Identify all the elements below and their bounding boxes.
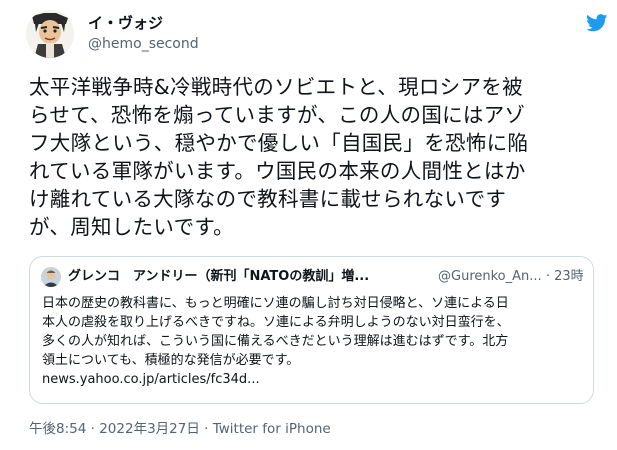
quoted-line: 本人の虐殺を取り上げるべきですね。ソ連による弁明しようのない対日蛮行を、 <box>42 315 510 330</box>
tweet-card: イ・ヴォジ @hemo_second 太平洋戦争時&冷戦時代のソビエトと、現ロシ… <box>0 0 617 450</box>
tweet-line: らせて、恐怖を煽っていますが、この人の国にはアゾ <box>29 103 526 127</box>
quoted-header: グレンコ アンドリー（新刊「NATOの教訓」増... @Gurenko_An..… <box>68 268 583 286</box>
quoted-link[interactable]: news.yahoo.co.jp/articles/fc34d... <box>42 370 587 389</box>
twitter-bird-icon[interactable] <box>586 14 608 32</box>
tweet-date[interactable]: 2022年3月27日 <box>99 421 200 437</box>
tweet-line: 太平洋戦争時&冷戦時代のソビエトと、現ロシアを被 <box>29 75 523 99</box>
footer-separator: · <box>204 421 209 437</box>
quoted-line: 多くの人が知れば、こういう国に備えるべきだという理解は進むはずです。北方 <box>42 334 509 349</box>
quoted-text: 日本の歴史の教科書に、もっと明確にソ連の騙し討ち対日侵略と、ソ連による日 本人の… <box>42 294 587 389</box>
quoted-line: 日本の歴史の教科書に、もっと明確にソ連の騙し討ち対日侵略と、ソ連による日 <box>42 296 509 311</box>
author-handle[interactable]: @hemo_second <box>88 35 199 53</box>
tweet-line: フ大隊という、穏やかで優しい「自国民」を恐怖に陥 <box>29 131 529 155</box>
tweet-client[interactable]: Twitter for iPhone <box>213 421 331 437</box>
tweet-footer: 午後8:54 · 2022年3月27日 · Twitter for iPhone <box>29 420 331 438</box>
quoted-meta: @Gurenko_An... · 23時間 <box>438 268 583 286</box>
quoted-time[interactable]: 23時間 <box>554 269 583 284</box>
quoted-line: 領土についても、積極的な発信が必要です。 <box>42 353 300 368</box>
author-avatar[interactable] <box>26 10 74 58</box>
quoted-tweet[interactable]: グレンコ アンドリー（新刊「NATOの教訓」増... @Gurenko_An..… <box>29 256 594 404</box>
tweet-text: 太平洋戦争時&冷戦時代のソビエトと、現ロシアを被 らせて、恐怖を煽っていますが、… <box>29 73 594 241</box>
quoted-author-avatar[interactable] <box>41 267 61 287</box>
tweet-line: れている軍隊がいます。ウ国民の本来の人間性とはか <box>29 159 526 183</box>
tweet-line: が、周知したいです。 <box>29 215 234 239</box>
tweet-time[interactable]: 午後8:54 <box>29 421 86 437</box>
quoted-author-name[interactable]: グレンコ アンドリー（新刊「NATOの教訓」増... <box>68 269 369 284</box>
quoted-separator: · <box>545 269 550 284</box>
quoted-author-handle[interactable]: @Gurenko_An... <box>438 269 542 284</box>
author-name[interactable]: イ・ヴォジ <box>88 13 163 33</box>
footer-separator: · <box>90 421 95 437</box>
tweet-line: け離れている大隊なので教科書に載せられないです <box>29 187 507 211</box>
